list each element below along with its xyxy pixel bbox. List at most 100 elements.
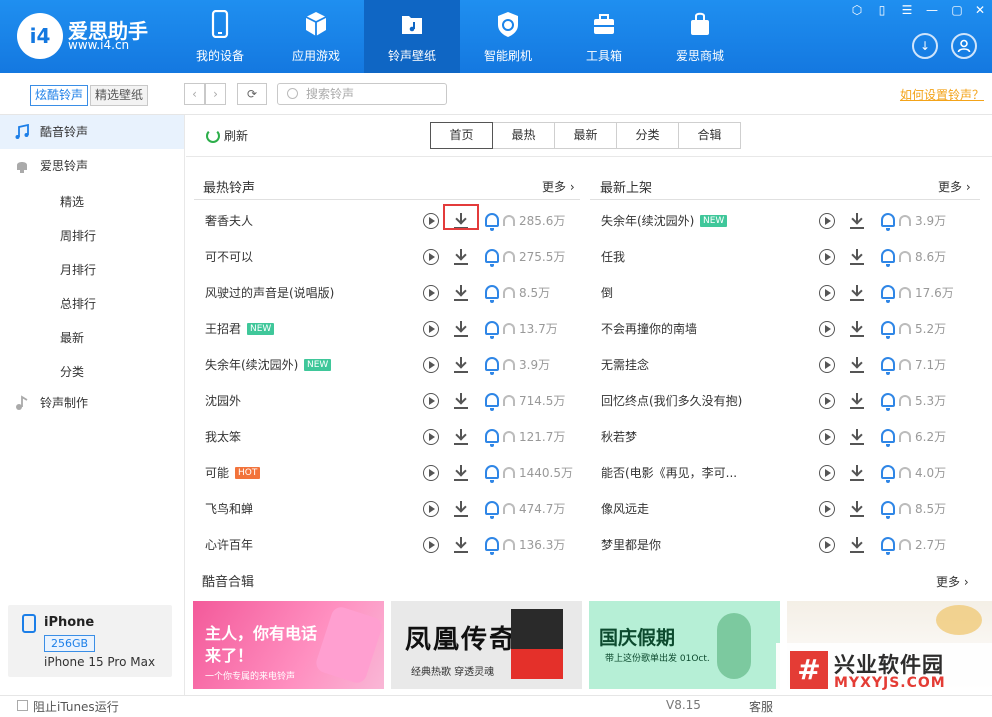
play-icon[interactable] [423, 249, 439, 265]
minimize-icon[interactable]: — [924, 3, 940, 17]
refresh-button[interactable]: 刷新 [206, 127, 248, 144]
set-ringtone-icon[interactable] [485, 357, 499, 375]
download-icon[interactable] [453, 284, 469, 302]
song-row[interactable]: 可不可以 275.5万 [205, 239, 585, 275]
play-icon[interactable] [423, 321, 439, 337]
seg-ringtones[interactable]: 炫酷铃声 [30, 85, 89, 106]
forward-button[interactable]: › [205, 83, 226, 105]
song-row[interactable]: 回忆终点(我们多久没有抱) 5.3万 [601, 383, 981, 419]
set-ringtone-icon[interactable] [881, 213, 895, 231]
sidebar-item-make[interactable]: 铃声制作 [0, 386, 184, 420]
reload-button[interactable]: ⟳ [237, 83, 267, 105]
nav-ringtones[interactable]: 铃声壁纸 [364, 0, 460, 73]
sidebar-item-aisi[interactable]: 爱思铃声 [0, 149, 184, 183]
album-card-holiday[interactable]: 国庆假期 带上这份歌单出发 01Oct. [589, 601, 780, 689]
song-row[interactable]: 无需挂念 7.1万 [601, 347, 981, 383]
nav-store[interactable]: 爱思商城 [652, 0, 748, 73]
maximize-icon[interactable]: ▢ [949, 3, 965, 17]
seg-wallpapers[interactable]: 精选壁纸 [90, 85, 149, 106]
song-row[interactable]: 不会再撞你的南墙 5.2万 [601, 311, 981, 347]
song-row[interactable]: 梦里都是你 2.7万 [601, 527, 981, 563]
new-more-link[interactable]: 更多 › [938, 178, 971, 195]
skin-icon[interactable]: ⬡ [849, 3, 865, 17]
download-icon[interactable] [453, 464, 469, 482]
song-row[interactable]: 我太笨 121.7万 [205, 419, 585, 455]
download-icon[interactable] [849, 284, 865, 302]
song-row[interactable]: 能否(电影《再见，李可... 4.0万 [601, 455, 981, 491]
menu-icon[interactable]: ☰ [899, 3, 915, 17]
download-manager-icon[interactable]: ↓ [912, 33, 938, 59]
download-icon[interactable] [849, 464, 865, 482]
song-row[interactable]: 失余年(续沈园外) NEW 3.9万 [205, 347, 585, 383]
tab-hottest[interactable]: 最热 [492, 122, 555, 149]
download-icon[interactable] [849, 212, 865, 230]
play-icon[interactable] [819, 213, 835, 229]
play-icon[interactable] [819, 429, 835, 445]
song-row[interactable]: 可能 HOT 1440.5万 [205, 455, 585, 491]
sidebar-sub-monthly[interactable]: 月排行 [60, 261, 96, 278]
download-icon[interactable] [849, 428, 865, 446]
song-row[interactable]: 任我 8.6万 [601, 239, 981, 275]
play-icon[interactable] [819, 501, 835, 517]
play-icon[interactable] [819, 285, 835, 301]
download-icon[interactable] [849, 392, 865, 410]
play-icon[interactable] [423, 357, 439, 373]
device-card[interactable]: iPhone 256GB iPhone 15 Pro Max [8, 605, 172, 677]
howto-link[interactable]: 如何设置铃声？ [900, 86, 984, 103]
set-ringtone-icon[interactable] [485, 429, 499, 447]
itunes-checkbox[interactable] [17, 700, 28, 711]
set-ringtone-icon[interactable] [881, 501, 895, 519]
play-icon[interactable] [819, 393, 835, 409]
nav-flash[interactable]: 智能刷机 [460, 0, 556, 73]
sidebar-sub-total[interactable]: 总排行 [60, 295, 96, 312]
set-ringtone-icon[interactable] [485, 465, 499, 483]
download-icon[interactable] [849, 320, 865, 338]
play-icon[interactable] [423, 429, 439, 445]
download-icon[interactable] [453, 428, 469, 446]
download-icon[interactable] [453, 320, 469, 338]
download-icon[interactable] [849, 536, 865, 554]
nav-apps[interactable]: 应用游戏 [268, 0, 364, 73]
song-row[interactable]: 沈园外 714.5万 [205, 383, 585, 419]
song-row[interactable]: 风驶过的声音是(说唱版) 8.5万 [205, 275, 585, 311]
download-icon[interactable] [849, 500, 865, 518]
play-icon[interactable] [819, 465, 835, 481]
song-row[interactable]: 王招君 NEW 13.7万 [205, 311, 585, 347]
download-icon[interactable] [453, 536, 469, 554]
mini-mode-icon[interactable]: ▯ [874, 3, 890, 17]
play-icon[interactable] [819, 321, 835, 337]
album-card-phoenix[interactable]: 凤凰传奇 经典热歌 穿透灵魂 [391, 601, 582, 689]
set-ringtone-icon[interactable] [485, 285, 499, 303]
album-card-caller[interactable]: 主人，你有电话来了！ 一个你专属的来电铃声 [193, 601, 384, 689]
song-row[interactable]: 飞鸟和蝉 474.7万 [205, 491, 585, 527]
play-icon[interactable] [423, 537, 439, 553]
nav-toolbox[interactable]: 工具箱 [556, 0, 652, 73]
hot-more-link[interactable]: 更多 › [542, 178, 575, 195]
set-ringtone-icon[interactable] [485, 393, 499, 411]
play-icon[interactable] [819, 537, 835, 553]
nav-my-device[interactable]: 我的设备 [172, 0, 268, 73]
set-ringtone-icon[interactable] [485, 321, 499, 339]
play-icon[interactable] [819, 249, 835, 265]
set-ringtone-icon[interactable] [485, 537, 499, 555]
song-row[interactable]: 失余年(续沈园外) NEW 3.9万 [601, 203, 981, 239]
set-ringtone-icon[interactable] [485, 249, 499, 267]
download-icon[interactable] [849, 248, 865, 266]
sidebar-sub-featured[interactable]: 精选 [60, 193, 84, 210]
back-button[interactable]: ‹ [184, 83, 205, 105]
sidebar-sub-weekly[interactable]: 周排行 [60, 227, 96, 244]
download-icon[interactable] [453, 392, 469, 410]
song-row[interactable]: 像风远走 8.5万 [601, 491, 981, 527]
albums-more-link[interactable]: 更多 › [936, 573, 969, 590]
download-icon[interactable] [453, 248, 469, 266]
set-ringtone-icon[interactable] [881, 357, 895, 375]
download-icon[interactable] [453, 500, 469, 518]
sidebar-item-kuyin[interactable]: 酷音铃声 [0, 115, 184, 149]
set-ringtone-icon[interactable] [881, 393, 895, 411]
set-ringtone-icon[interactable] [881, 429, 895, 447]
play-icon[interactable] [423, 393, 439, 409]
play-icon[interactable] [423, 285, 439, 301]
set-ringtone-icon[interactable] [881, 537, 895, 555]
sidebar-sub-category[interactable]: 分类 [60, 363, 84, 380]
close-icon[interactable]: ✕ [972, 3, 988, 17]
